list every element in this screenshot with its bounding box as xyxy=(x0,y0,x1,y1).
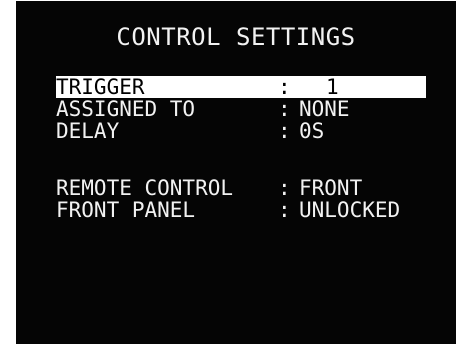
setting-row-assigned-to[interactable]: ASSIGNED TO : NONE xyxy=(56,98,426,120)
setting-separator: : xyxy=(278,119,291,143)
setting-row-trigger[interactable]: TRIGGER : 1 xyxy=(56,76,426,98)
osd-screen: CONTROL SETTINGS TRIGGER : 1 ASSIGNED TO… xyxy=(16,1,456,344)
setting-label-trigger: TRIGGER xyxy=(56,75,145,99)
setting-value-assigned-to: NONE xyxy=(299,97,350,121)
setting-separator: : xyxy=(278,198,291,222)
setting-value-front-panel: UNLOCKED xyxy=(299,198,401,222)
setting-label-assigned-to: ASSIGNED TO xyxy=(56,97,196,121)
setting-separator: : xyxy=(278,176,291,200)
setting-value-delay: 0S xyxy=(299,119,325,143)
setting-separator: : xyxy=(278,75,291,99)
setting-separator: : xyxy=(278,97,291,121)
setting-row-remote-control[interactable]: REMOTE CONTROL : FRONT xyxy=(56,177,426,199)
setting-label-front-panel: FRONT PANEL xyxy=(56,198,196,222)
setting-label-remote-control: REMOTE CONTROL xyxy=(56,176,234,200)
setting-label-delay: DELAY xyxy=(56,119,120,143)
setting-value-trigger: 1 xyxy=(326,75,339,99)
setting-value-remote-control: FRONT xyxy=(299,176,363,200)
setting-row-delay[interactable]: DELAY : 0S xyxy=(56,120,426,142)
setting-row-front-panel[interactable]: FRONT PANEL : UNLOCKED xyxy=(56,199,426,221)
menu-title: CONTROL SETTINGS xyxy=(116,23,356,51)
